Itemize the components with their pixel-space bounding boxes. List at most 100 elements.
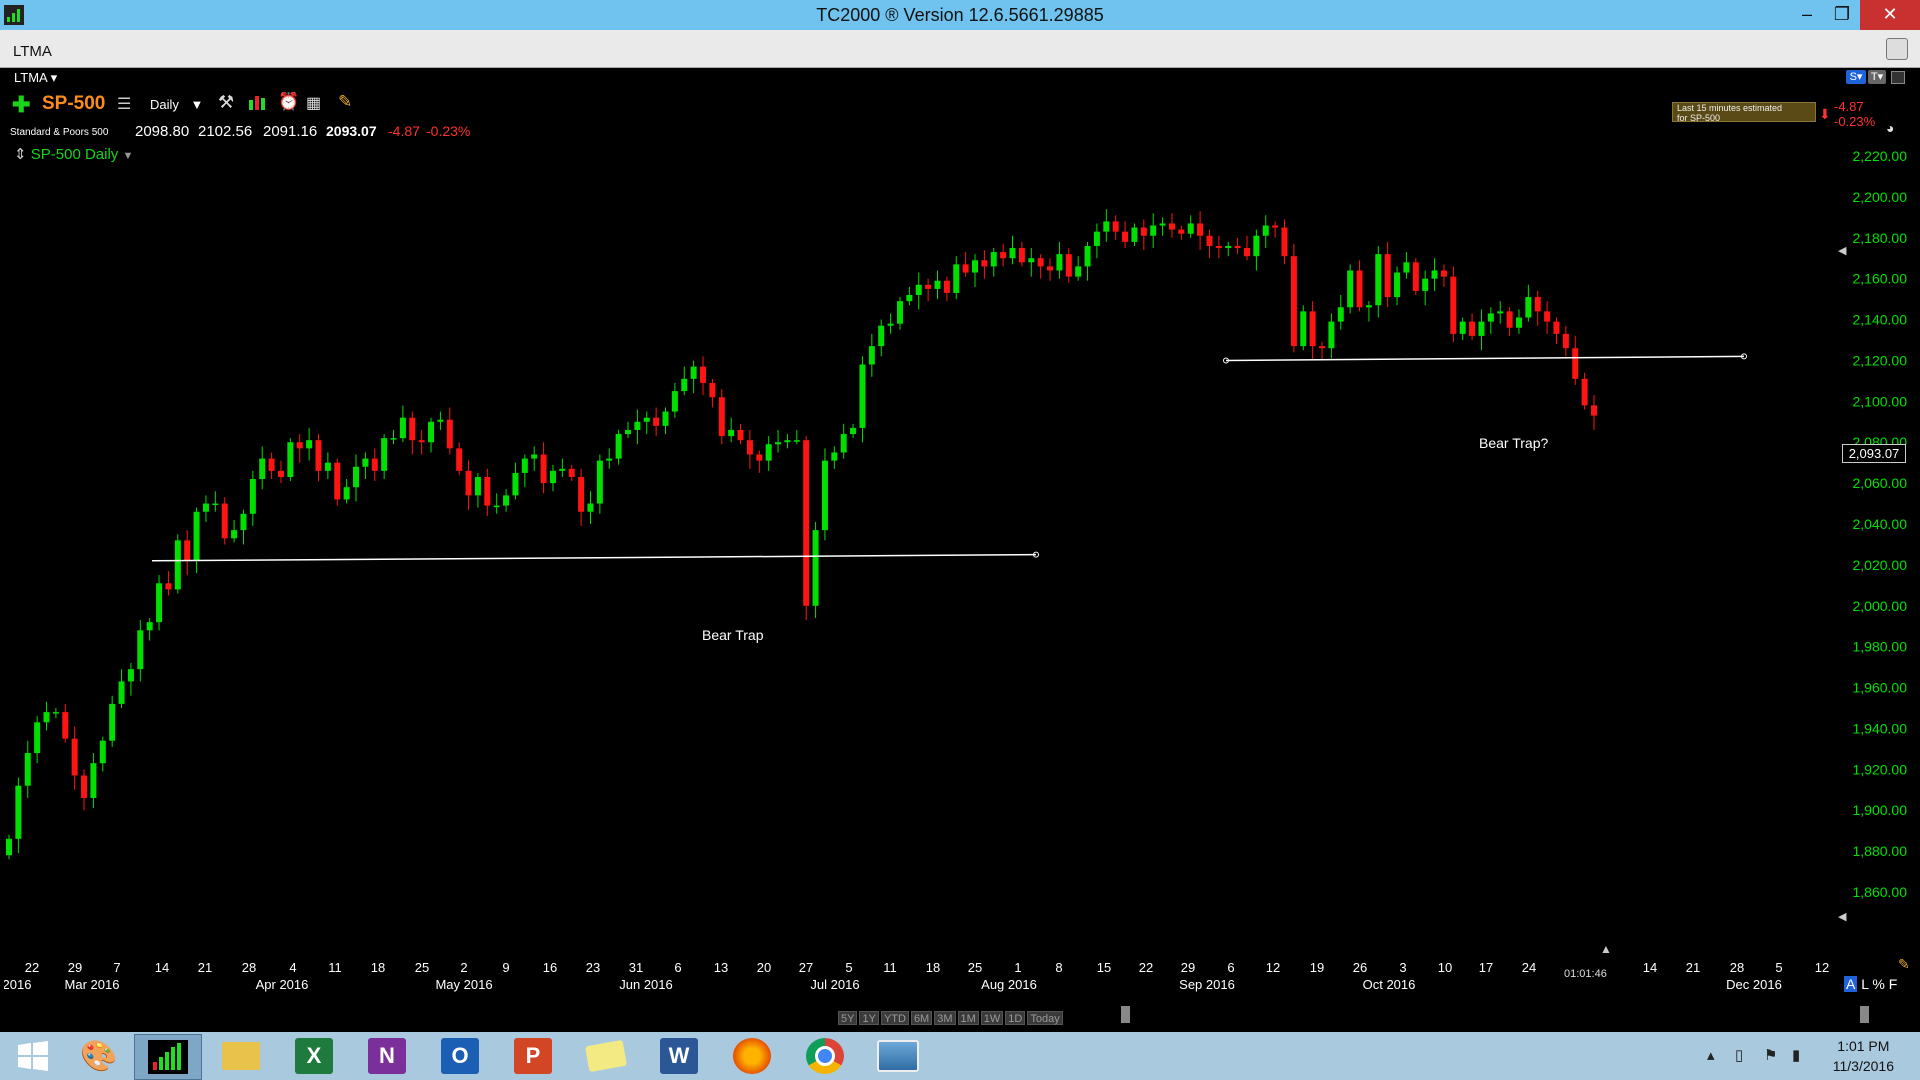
candle-body bbox=[1159, 223, 1166, 226]
candle-body bbox=[643, 417, 650, 422]
onenote-icon[interactable]: N bbox=[354, 1034, 420, 1078]
outlook-icon[interactable]: O bbox=[427, 1034, 493, 1078]
view-6m[interactable]: 6M bbox=[910, 1011, 933, 1025]
view-1y[interactable]: 1Y bbox=[859, 1011, 879, 1025]
draw-pencil-icon[interactable]: ✎ bbox=[1898, 956, 1910, 973]
candle-body bbox=[221, 503, 228, 539]
start-button[interactable] bbox=[0, 1034, 66, 1078]
scale-buttons[interactable]: A L % F bbox=[1844, 976, 1897, 992]
action-center-flag-icon[interactable]: ⚑ bbox=[1764, 1046, 1777, 1064]
y-tick-label: 1,980.00 bbox=[1853, 639, 1908, 655]
candle-body bbox=[953, 264, 960, 293]
network-signal-icon[interactable]: ▮ bbox=[1792, 1046, 1800, 1064]
layout-tab-bar: LTMA bbox=[0, 30, 1920, 68]
candle-body bbox=[1150, 225, 1157, 236]
candle-body bbox=[127, 669, 134, 682]
candle-body bbox=[1112, 221, 1119, 232]
candle-body bbox=[1206, 235, 1213, 246]
candle-body bbox=[1572, 348, 1579, 379]
x-tick-day: 3 bbox=[1399, 960, 1406, 975]
candle-body bbox=[990, 252, 997, 267]
candle-body bbox=[1018, 248, 1025, 263]
candle-body bbox=[109, 703, 116, 741]
candle-body bbox=[456, 448, 463, 471]
candle-body bbox=[1591, 405, 1597, 416]
tray-device-icon[interactable]: ▯ bbox=[1735, 1046, 1743, 1064]
chrome-icon[interactable] bbox=[792, 1034, 858, 1078]
photos-icon[interactable] bbox=[865, 1034, 931, 1078]
word-icon[interactable]: W bbox=[646, 1034, 712, 1078]
candle-body bbox=[578, 476, 585, 512]
candle-body bbox=[1487, 313, 1494, 322]
x-tick-day: 25 bbox=[968, 960, 982, 975]
x-tick-month: Jul 2016 bbox=[810, 977, 859, 992]
sticky-notes-icon[interactable] bbox=[573, 1034, 639, 1078]
view-1w[interactable]: 1W bbox=[980, 1011, 1004, 1025]
candle-body bbox=[681, 378, 688, 392]
candle-body bbox=[850, 427, 857, 435]
view-ytd[interactable]: YTD bbox=[880, 1011, 909, 1025]
candle-body bbox=[1093, 231, 1100, 246]
x-tick-month: Aug 2016 bbox=[981, 977, 1037, 992]
candle-body bbox=[1243, 248, 1250, 257]
candle-body bbox=[840, 434, 847, 453]
view-3m[interactable]: 3M bbox=[934, 1011, 956, 1025]
view-range-buttons: 5Y 1Y YTD 6M 3M 1M 1W 1D Today bbox=[838, 1011, 1063, 1025]
candle-body bbox=[118, 681, 125, 704]
view-today[interactable]: Today bbox=[1027, 1011, 1063, 1025]
candle-body bbox=[1347, 270, 1354, 308]
scroll-handle-right[interactable] bbox=[1860, 1006, 1869, 1023]
candle-body bbox=[775, 442, 782, 445]
candle-body bbox=[784, 440, 791, 443]
candle-body bbox=[71, 738, 78, 776]
candle-body bbox=[1328, 321, 1335, 349]
candle-body bbox=[831, 452, 838, 461]
candle-body bbox=[184, 540, 191, 561]
firefox-icon[interactable] bbox=[719, 1034, 785, 1078]
candle-body bbox=[512, 472, 519, 496]
scale-pct-button[interactable]: % bbox=[1872, 976, 1884, 992]
candle-body bbox=[540, 454, 547, 484]
close-button[interactable]: ✕ bbox=[1860, 0, 1920, 30]
tc2000-taskbar-icon[interactable] bbox=[134, 1034, 202, 1080]
view-5y[interactable]: 5Y bbox=[838, 1011, 858, 1025]
scroll-handle-left[interactable] bbox=[1121, 1006, 1130, 1023]
x-tick-month: Jun 2016 bbox=[619, 977, 673, 992]
candle-body bbox=[1084, 245, 1091, 267]
maximize-button[interactable]: ❐ bbox=[1820, 0, 1864, 30]
scale-a-button[interactable]: A bbox=[1844, 976, 1858, 992]
excel-icon[interactable]: X bbox=[281, 1034, 347, 1078]
file-explorer-icon[interactable] bbox=[208, 1034, 274, 1078]
candle-body bbox=[1300, 311, 1307, 347]
x-tick-day: 17 bbox=[1479, 960, 1493, 975]
paint-app-icon[interactable]: 🎨 bbox=[66, 1034, 132, 1078]
candle-body bbox=[709, 382, 716, 398]
scale-f-button[interactable]: F bbox=[1889, 976, 1898, 992]
price-chart[interactable]: 2,220.00 2,200.00 2,180.00 2,160.00 2,140.00… bbox=[4, 68, 1914, 1030]
tray-expand-icon[interactable]: ▴ bbox=[1707, 1046, 1715, 1064]
x-tick-month: Apr 2016 bbox=[256, 977, 309, 992]
candle-body bbox=[653, 417, 660, 426]
candle-body bbox=[896, 301, 903, 324]
x-tick-day: 15 bbox=[1097, 960, 1111, 975]
x-tick-day: 6 bbox=[1227, 960, 1234, 975]
candle-body bbox=[606, 458, 613, 461]
restore-window-icon[interactable] bbox=[1886, 38, 1908, 60]
y-tick-label: 2,040.00 bbox=[1853, 516, 1908, 532]
candle-body bbox=[868, 346, 875, 365]
candle-body bbox=[1581, 378, 1588, 406]
candle-body bbox=[981, 260, 988, 267]
candle-body bbox=[34, 722, 41, 753]
view-1m[interactable]: 1M bbox=[957, 1011, 979, 1025]
trendline-support bbox=[1225, 355, 1745, 362]
layout-tab-name[interactable]: LTMA bbox=[13, 43, 52, 60]
scale-l-button[interactable]: L bbox=[1861, 976, 1868, 992]
view-1d[interactable]: 1D bbox=[1005, 1011, 1026, 1025]
candle-body bbox=[484, 476, 491, 506]
candle-body bbox=[1459, 321, 1466, 334]
candle-body bbox=[568, 468, 575, 477]
title-bar: TC2000 ® Version 12.6.5661.29885 – ❐ ✕ bbox=[0, 0, 1920, 30]
powerpoint-icon[interactable]: P bbox=[500, 1034, 566, 1078]
candle-body bbox=[634, 421, 641, 430]
system-clock[interactable]: 1:01 PM 11/3/2016 bbox=[1833, 1036, 1894, 1076]
